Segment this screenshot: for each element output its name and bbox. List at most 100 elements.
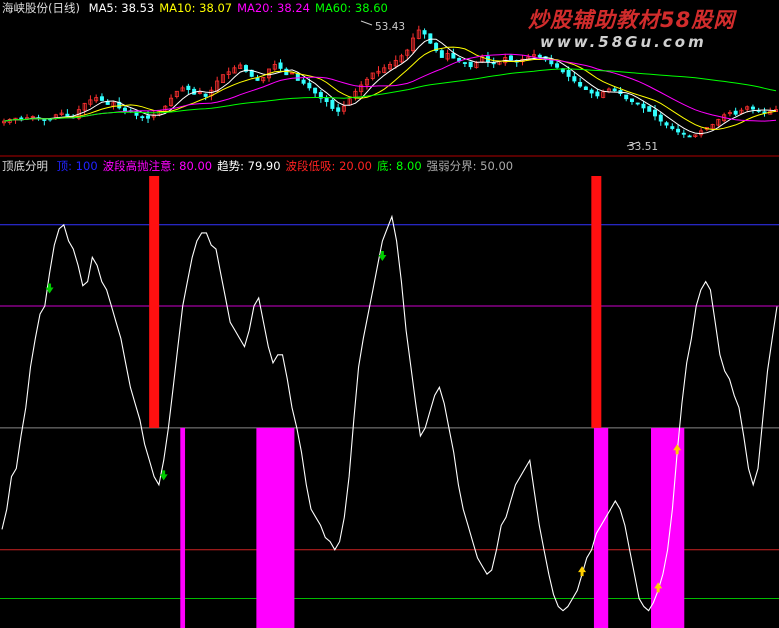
candle [88, 95, 93, 107]
candle-body [687, 135, 692, 138]
indicator-legend-item: 强弱分界: 50.00 [426, 159, 514, 173]
magenta-pillar [651, 427, 685, 628]
candle [359, 81, 364, 96]
candle [681, 129, 686, 138]
candle [186, 83, 191, 95]
candle-body [664, 122, 669, 126]
candle-body [658, 114, 663, 122]
stock-title: 海峡股份(日线) [2, 1, 80, 15]
candle [462, 61, 467, 68]
red-pillar [149, 176, 160, 428]
candle [140, 115, 145, 122]
candle [376, 66, 381, 77]
candle-body [146, 115, 151, 119]
candle-body [330, 99, 335, 109]
candle [341, 101, 346, 115]
candle-body [140, 116, 145, 119]
candle [595, 88, 600, 99]
candle [422, 28, 427, 39]
ma-legend-item: MA20: 38.24 [237, 1, 310, 15]
candle [330, 98, 335, 112]
candle-body [612, 88, 617, 92]
candle-body [42, 118, 47, 121]
candle-body [635, 102, 640, 105]
candle-body [336, 107, 341, 112]
candle-body [624, 94, 629, 100]
candle [549, 54, 554, 67]
indicator-legend-item: 波段低吸: 20.00 [285, 159, 372, 173]
candle [232, 65, 237, 74]
indicator-legend: 顶: 100 波段高抛注意: 80.00 趋势: 79.90 波段低吸: 20.00 底… [57, 159, 518, 173]
candle [670, 123, 675, 131]
candle-body [313, 87, 318, 94]
candle-body [681, 132, 686, 135]
candle-body [566, 69, 571, 77]
candle [411, 33, 416, 54]
candle [99, 93, 104, 102]
candle [278, 59, 283, 72]
candle-body [555, 63, 560, 68]
candle [209, 86, 214, 101]
candle [2, 118, 7, 126]
candle-body [572, 76, 577, 82]
candle [699, 128, 704, 138]
indicator-legend-item: 波段高抛注意: 80.00 [102, 159, 213, 173]
candle [272, 60, 277, 71]
candle-body [750, 106, 755, 110]
sell-arrow-icon [378, 251, 387, 261]
candle-body [439, 50, 444, 58]
candle [364, 76, 369, 90]
candle [169, 94, 174, 107]
candle [647, 105, 652, 112]
ma-legend-item: MA5: 38.53 [88, 1, 155, 15]
candle [664, 121, 669, 129]
indicator-header: 顶底分明 顶: 100 波段高抛注意: 80.00 趋势: 79.90 波段低吸: 2… [2, 159, 523, 173]
candle [434, 41, 439, 53]
watermark-url: www.58Gu.com [540, 33, 707, 51]
candle-body [301, 79, 306, 84]
candle [301, 77, 306, 86]
candle [445, 49, 450, 62]
candle [710, 123, 715, 130]
candle [174, 90, 179, 99]
high-annotation: 53.43 [360, 20, 405, 33]
candle [439, 48, 444, 58]
candle-body [324, 97, 329, 103]
buy-arrow-icon [578, 566, 587, 577]
candle [122, 105, 127, 115]
candle [762, 107, 767, 117]
candle [7, 118, 12, 125]
candle-body [295, 73, 300, 81]
candle-body [670, 126, 675, 129]
candle-body [595, 91, 600, 97]
candle [76, 105, 81, 121]
candle [503, 53, 508, 66]
candle [387, 61, 392, 71]
indicator-legend-item: 顶: 100 [56, 159, 98, 173]
candle [336, 103, 341, 117]
candle [399, 53, 404, 63]
candle [111, 100, 116, 110]
candle [324, 95, 329, 107]
candle [658, 112, 663, 126]
high-label: 53.43 [375, 21, 405, 33]
candle [727, 110, 732, 117]
candle [555, 60, 560, 70]
candle-body [733, 110, 738, 115]
candle-body [589, 89, 594, 94]
candle [583, 85, 588, 90]
candle [180, 85, 185, 92]
candle-body [65, 113, 70, 117]
candle-body [428, 33, 433, 44]
candle [635, 102, 640, 106]
candle [733, 107, 738, 117]
candle [370, 72, 375, 81]
candle-body [647, 106, 652, 112]
candle [641, 100, 646, 113]
candle [313, 87, 318, 98]
candle [261, 77, 266, 84]
candle [94, 94, 99, 103]
candle-body [99, 96, 104, 101]
candle [220, 74, 225, 83]
candle-body [578, 82, 583, 87]
